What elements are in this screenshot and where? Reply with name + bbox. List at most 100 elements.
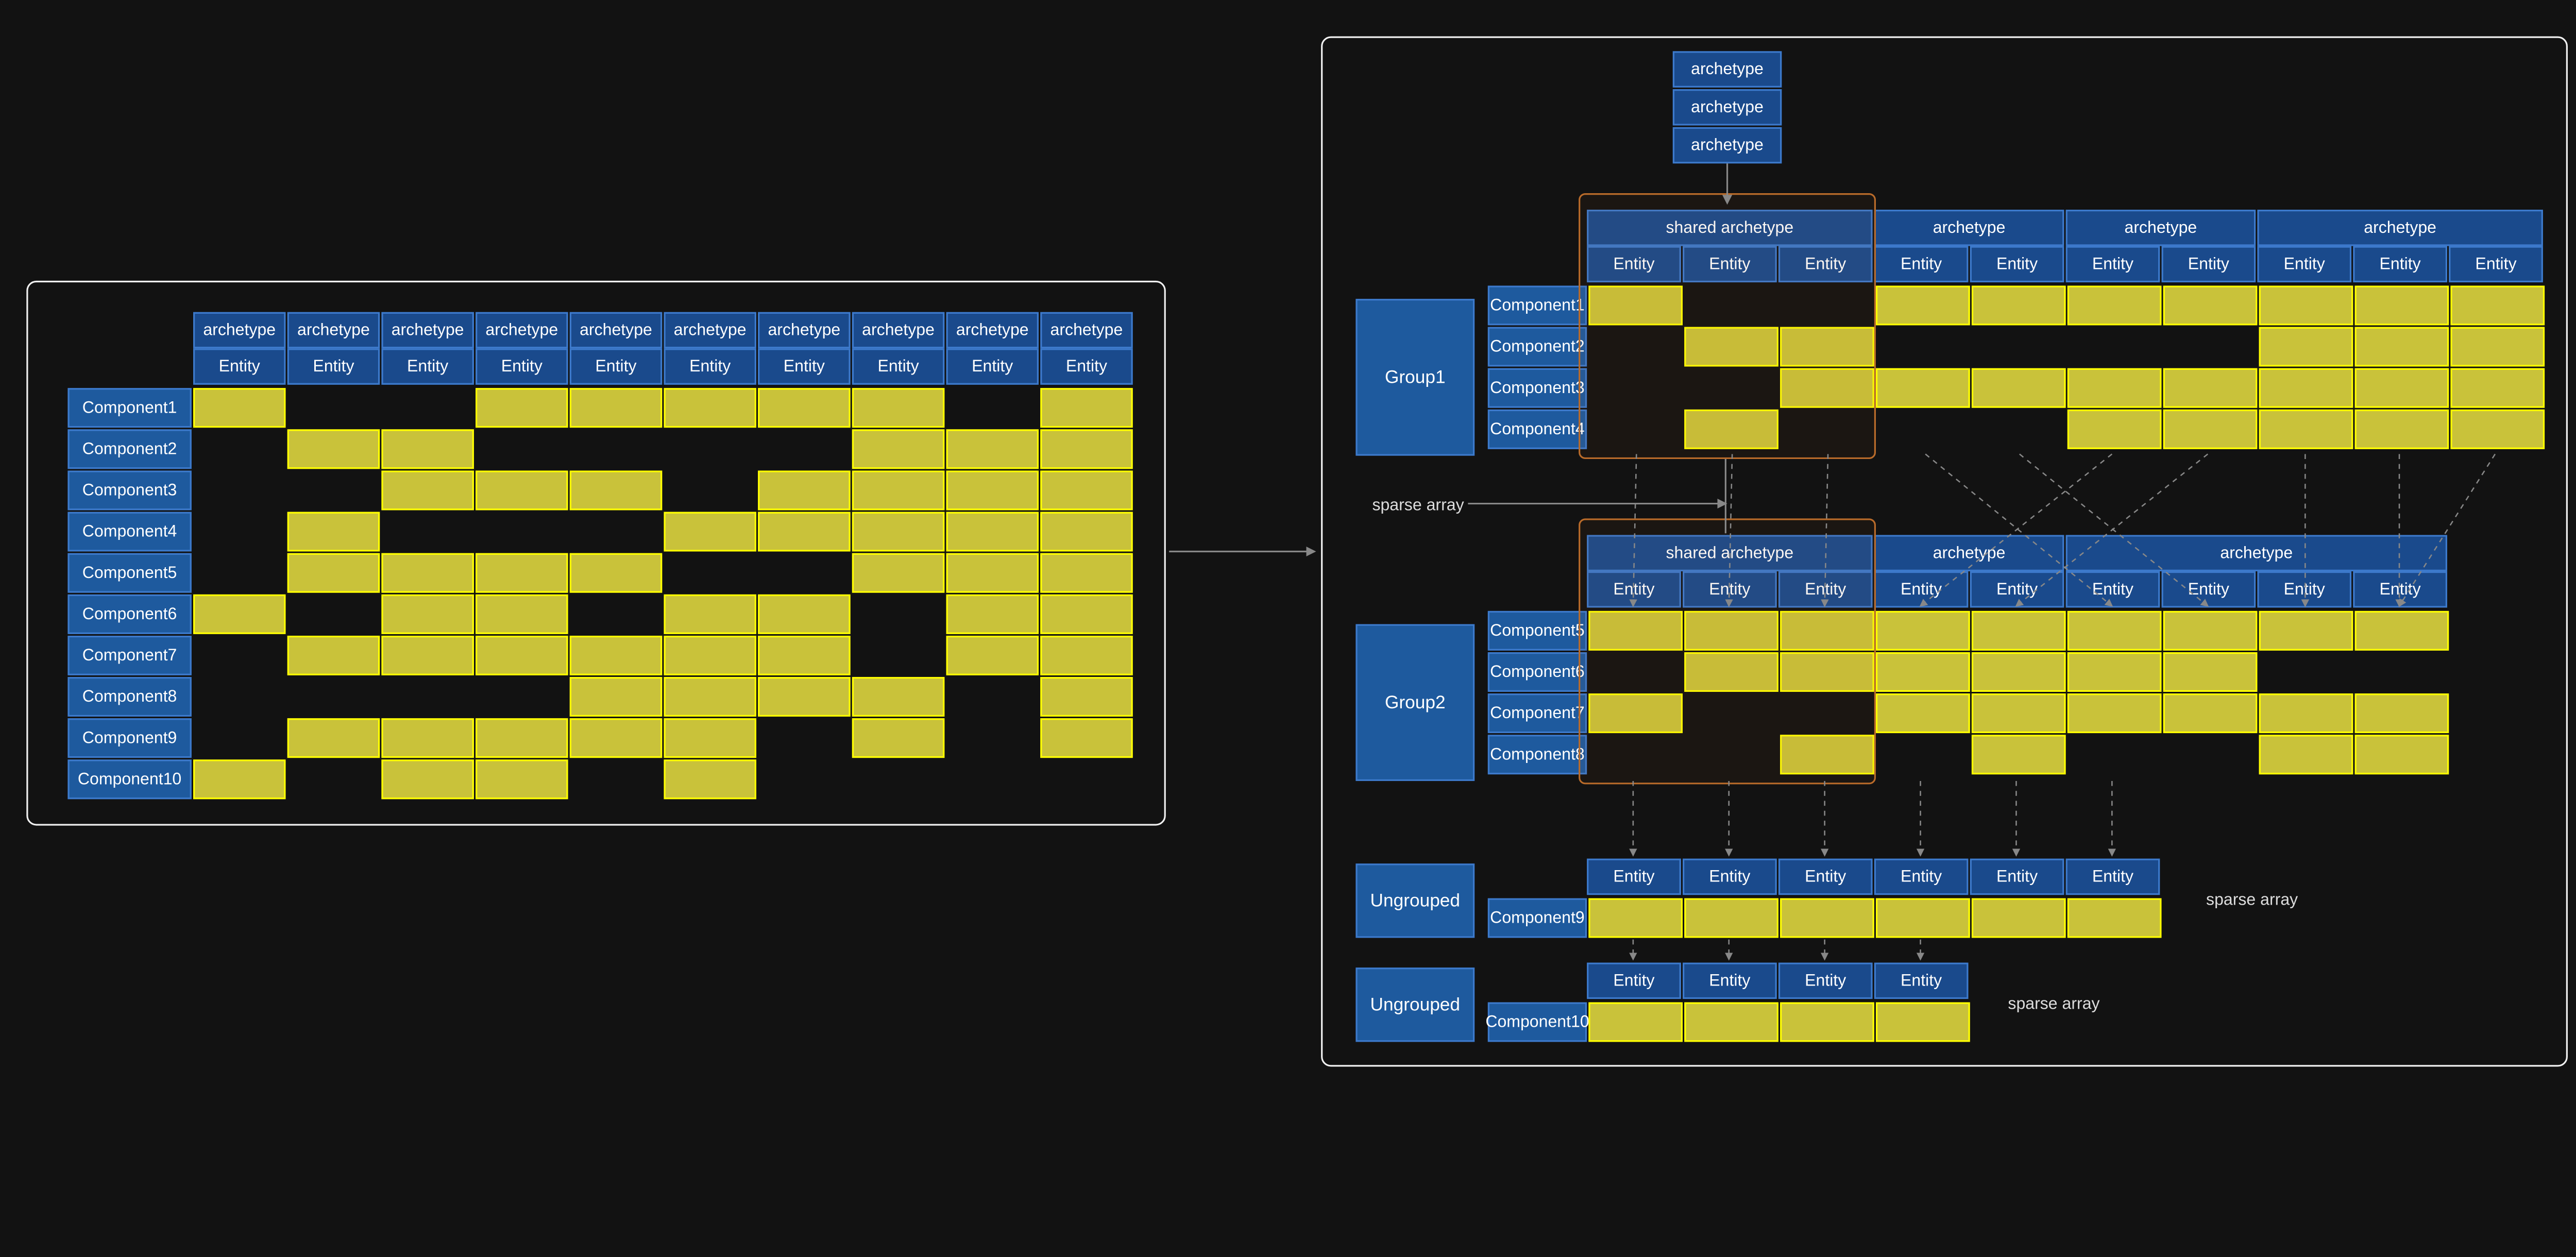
data-cell <box>664 718 756 758</box>
header-cell: archetype <box>381 312 473 349</box>
data-cell <box>476 429 568 469</box>
data-cell <box>1972 368 2066 408</box>
data-cell <box>1876 898 1970 938</box>
data-cell <box>381 677 473 717</box>
data-cell <box>1684 898 1778 938</box>
header-cell: Entity <box>1040 348 1132 385</box>
data-cell <box>381 429 473 469</box>
header-cell: Entity <box>2353 571 2447 608</box>
header-cell: archetype <box>1673 51 1782 88</box>
data-cell <box>2067 652 2162 692</box>
data-cell <box>664 429 756 469</box>
data-cell <box>570 594 662 634</box>
data-cell <box>476 553 568 593</box>
data-cell <box>1588 693 1683 733</box>
group2-table: shared archetypearchetypearchetype Entit… <box>1587 535 2447 607</box>
label-cell: Component6 <box>67 594 191 634</box>
data-cell <box>946 718 1039 758</box>
data-cell <box>2259 611 2353 651</box>
header-cell: archetype <box>193 312 285 349</box>
data-cell <box>476 512 568 552</box>
data-cell <box>476 718 568 758</box>
data-cell <box>2259 410 2353 449</box>
ungrouped1-text: Ungrouped <box>1370 891 1460 910</box>
data-cell <box>287 677 380 717</box>
header-cell: archetype <box>1673 127 1782 164</box>
header-cell: archetype <box>852 312 944 349</box>
data-cell <box>570 512 662 552</box>
data-cell <box>1972 410 2066 449</box>
data-cell <box>852 636 944 675</box>
data-cell <box>1876 285 1970 325</box>
data-cell <box>1780 735 1874 774</box>
data-cell <box>2067 285 2162 325</box>
data-cell <box>1040 429 1132 469</box>
data-cell <box>1040 553 1132 593</box>
data-cell <box>664 470 756 510</box>
data-cell <box>2163 327 2258 367</box>
left-body: Component1Component2Component3Component4… <box>67 388 1132 799</box>
data-cell <box>946 759 1039 799</box>
label-cell: Component8 <box>67 677 191 717</box>
data-cell <box>570 388 662 428</box>
label-cell: Component2 <box>1488 327 1587 367</box>
data-cell <box>193 759 285 799</box>
header-cell: Entity <box>1778 246 1873 283</box>
label-cell: Component5 <box>67 553 191 593</box>
data-cell <box>2355 693 2449 733</box>
header-cell: Entity <box>381 348 473 385</box>
data-cell <box>287 429 380 469</box>
data-cell <box>1040 470 1132 510</box>
data-cell <box>1588 327 1683 367</box>
data-cell <box>758 718 850 758</box>
data-cell <box>1876 611 1970 651</box>
header-cell: archetype <box>946 312 1039 349</box>
archetype-stack: archetypearchetypearchetype <box>1673 51 1782 163</box>
header-cell: archetype <box>570 312 662 349</box>
data-cell <box>1780 368 1874 408</box>
data-cell <box>758 553 850 593</box>
label-cell: Component5 <box>1488 611 1587 651</box>
data-cell <box>1684 285 1778 325</box>
data-cell <box>193 429 285 469</box>
header-cell: shared archetype <box>1587 535 1872 571</box>
left-header: archetypearchetypearchetypearchetypearch… <box>193 312 1133 385</box>
data-cell <box>2259 652 2353 692</box>
data-cell <box>381 388 473 428</box>
data-cell <box>2259 327 2353 367</box>
header-cell: archetype <box>287 312 380 349</box>
ungrouped2-entities: EntityEntityEntityEntity <box>1587 963 1968 999</box>
sparse-array-label-3: sparse array <box>2008 996 2099 1014</box>
data-cell <box>570 470 662 510</box>
header-cell: Entity <box>570 348 662 385</box>
header-cell: Entity <box>1970 246 2064 283</box>
header-cell: Entity <box>1683 571 1777 608</box>
label-cell: Component1 <box>1488 285 1587 325</box>
data-cell <box>287 388 380 428</box>
group2-text: Group2 <box>1385 693 1446 712</box>
label-cell: Component7 <box>67 636 191 675</box>
header-cell: Entity <box>852 348 944 385</box>
header-cell: Entity <box>2257 571 2351 608</box>
sparse-array-label-2: sparse array <box>2206 892 2298 910</box>
data-cell <box>381 636 473 675</box>
data-cell <box>946 512 1039 552</box>
data-cell <box>476 594 568 634</box>
group1-table: shared archetypearchetypearchetypearchet… <box>1587 210 2543 282</box>
data-cell <box>1684 652 1778 692</box>
header-cell: Entity <box>287 348 380 385</box>
data-cell <box>381 594 473 634</box>
header-cell: Entity <box>1587 859 1681 895</box>
data-cell <box>2259 735 2353 774</box>
ungrouped1-body: Component9 <box>1488 898 2162 938</box>
header-cell: Entity <box>1778 859 1873 895</box>
data-cell <box>193 512 285 552</box>
header-cell: Entity <box>1874 246 1969 283</box>
label-cell: Component9 <box>1488 898 1587 938</box>
header-cell: Entity <box>2066 859 2160 895</box>
header-cell: Entity <box>1683 246 1777 283</box>
data-cell <box>381 553 473 593</box>
data-cell <box>476 470 568 510</box>
data-cell <box>287 718 380 758</box>
header-cell: Entity <box>1874 963 1969 999</box>
